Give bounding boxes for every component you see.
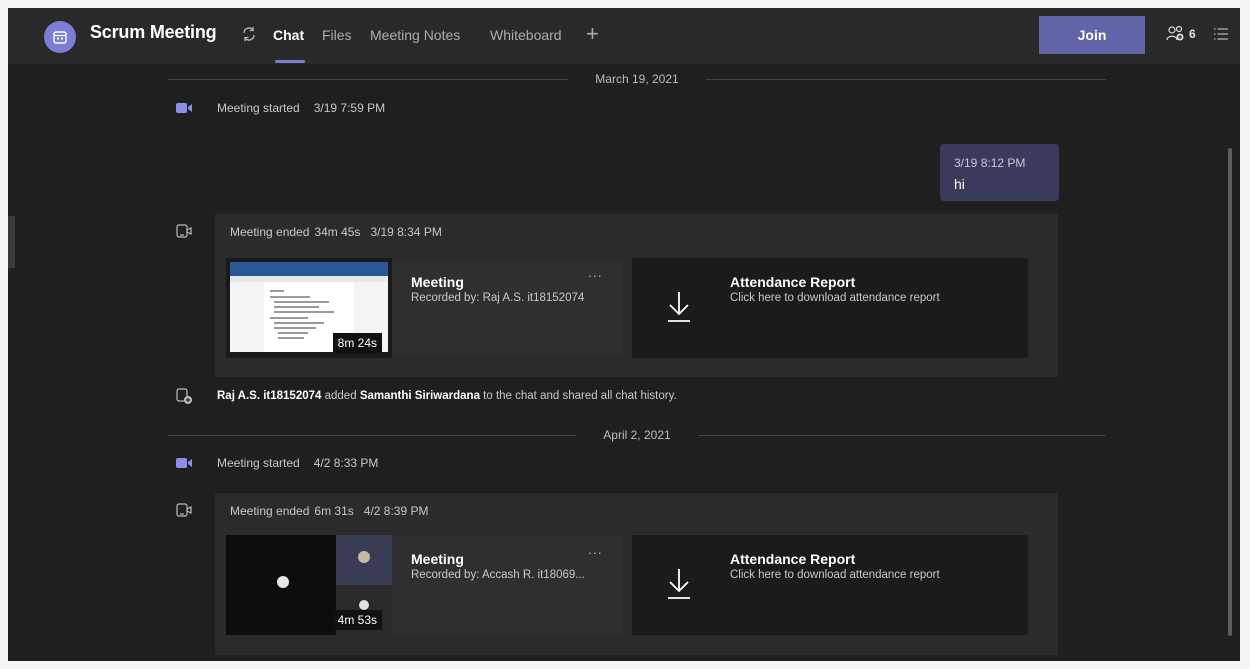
event-time: 3/19 7:59 PM	[313, 101, 386, 115]
attendance-report-tile[interactable]: Attendance Report Click here to download…	[632, 535, 1028, 635]
added-verb: added	[324, 390, 357, 402]
recording-title[interactable]: Meeting	[411, 551, 464, 567]
message-text: hi	[954, 176, 965, 192]
sync-icon[interactable]	[240, 25, 258, 43]
meeting-title: Scrum Meeting	[90, 22, 217, 42]
list-icon[interactable]	[1213, 26, 1229, 42]
recorded-by: Recorded by: Raj A.S. it18152074	[411, 292, 585, 304]
divider-line	[698, 435, 1106, 436]
tab-chat[interactable]: Chat	[273, 27, 304, 43]
meeting-started-event: Meeting started 4/2 8:33 PM	[175, 454, 378, 472]
join-button[interactable]: Join	[1039, 16, 1145, 54]
people-icon	[1166, 25, 1184, 41]
scrollbar[interactable]	[1228, 148, 1232, 636]
participants-count: 6	[1189, 27, 1196, 41]
attendance-subtitle: Click here to download attendance report	[730, 292, 940, 304]
tab-files[interactable]: Files	[322, 27, 352, 43]
calendar-icon	[44, 21, 76, 53]
video-camera-icon	[176, 103, 192, 113]
video-camera-icon	[176, 458, 192, 468]
card-header: Meeting ended 34m 45s 3/19 8:34 PM	[215, 214, 1058, 250]
my-message[interactable]: 3/19 8:12 PM hi	[940, 144, 1059, 201]
added-member-name[interactable]: Samanthi Siriwardana	[360, 390, 480, 402]
meeting-ended-card: Meeting ended 34m 45s 3/19 8:34 PM 8m 24…	[176, 214, 1058, 377]
ended-time: 4/2 8:39 PM	[363, 504, 429, 518]
call-ended-icon	[176, 224, 192, 238]
event-text: Meeting started	[217, 101, 300, 115]
meeting-duration: 34m 45s	[314, 225, 361, 239]
teams-window: Scrum Meeting Chat Files Meeting Notes W…	[8, 8, 1240, 661]
more-options-button[interactable]: ...	[588, 541, 603, 557]
event-text: Meeting started	[217, 456, 300, 470]
card-header: Meeting ended 6m 31s 4/2 8:39 PM	[215, 493, 1058, 529]
meeting-started-event: Meeting started 3/19 7:59 PM	[175, 99, 385, 117]
recording-thumbnail[interactable]: 4m 53s	[226, 535, 392, 635]
more-options-button[interactable]: ...	[588, 264, 603, 280]
add-tab-button[interactable]: +	[586, 21, 599, 47]
download-icon	[668, 292, 690, 322]
meeting-ended-card: Meeting ended 6m 31s 4/2 8:39 PM 4m 53s …	[176, 493, 1058, 655]
active-tab-indicator	[275, 60, 305, 63]
event-time: 4/2 8:33 PM	[313, 456, 379, 470]
tab-meeting-notes[interactable]: Meeting Notes	[370, 27, 460, 43]
recorded-by: Recorded by: Accash R. it18069...	[411, 569, 585, 581]
actor-name[interactable]: Raj A.S. it18152074	[217, 390, 321, 402]
message-time: 3/19 8:12 PM	[954, 156, 1026, 170]
attendance-title: Attendance Report	[730, 274, 856, 290]
attendance-report-tile[interactable]: Attendance Report Click here to download…	[632, 258, 1028, 358]
add-member-icon	[176, 388, 192, 404]
recording-title[interactable]: Meeting	[411, 274, 464, 290]
recording-thumbnail[interactable]: 8m 24s	[226, 258, 392, 358]
recording-length: 4m 53s	[332, 610, 382, 630]
recording-tile[interactable]: 4m 53s Meeting Recorded by: Accash R. it…	[226, 535, 623, 635]
rail-edge	[8, 216, 15, 268]
meeting-duration: 6m 31s	[314, 504, 354, 518]
member-added-event: Raj A.S. it18152074 added Samanthi Siriw…	[175, 387, 677, 405]
attendance-subtitle: Click here to download attendance report	[730, 569, 940, 581]
participants-button[interactable]: 6	[1166, 25, 1196, 43]
recording-length: 8m 24s	[332, 333, 382, 353]
date-divider: April 2, 2021	[168, 426, 1106, 446]
divider-line	[706, 79, 1106, 80]
call-ended-icon	[176, 503, 192, 517]
ended-text: Meeting ended	[230, 225, 310, 239]
ended-text: Meeting ended	[230, 504, 310, 518]
tab-whiteboard[interactable]: Whiteboard	[490, 27, 562, 43]
recording-tile[interactable]: 8m 24s Meeting Recorded by: Raj A.S. it1…	[226, 258, 623, 358]
date-divider: March 19, 2021	[168, 70, 1106, 90]
attendance-title: Attendance Report	[730, 551, 856, 567]
download-icon	[668, 569, 690, 599]
ended-time: 3/19 8:34 PM	[370, 225, 442, 239]
added-rest: to the chat and shared all chat history.	[483, 390, 677, 402]
channel-header: Scrum Meeting Chat Files Meeting Notes W…	[8, 8, 1240, 64]
